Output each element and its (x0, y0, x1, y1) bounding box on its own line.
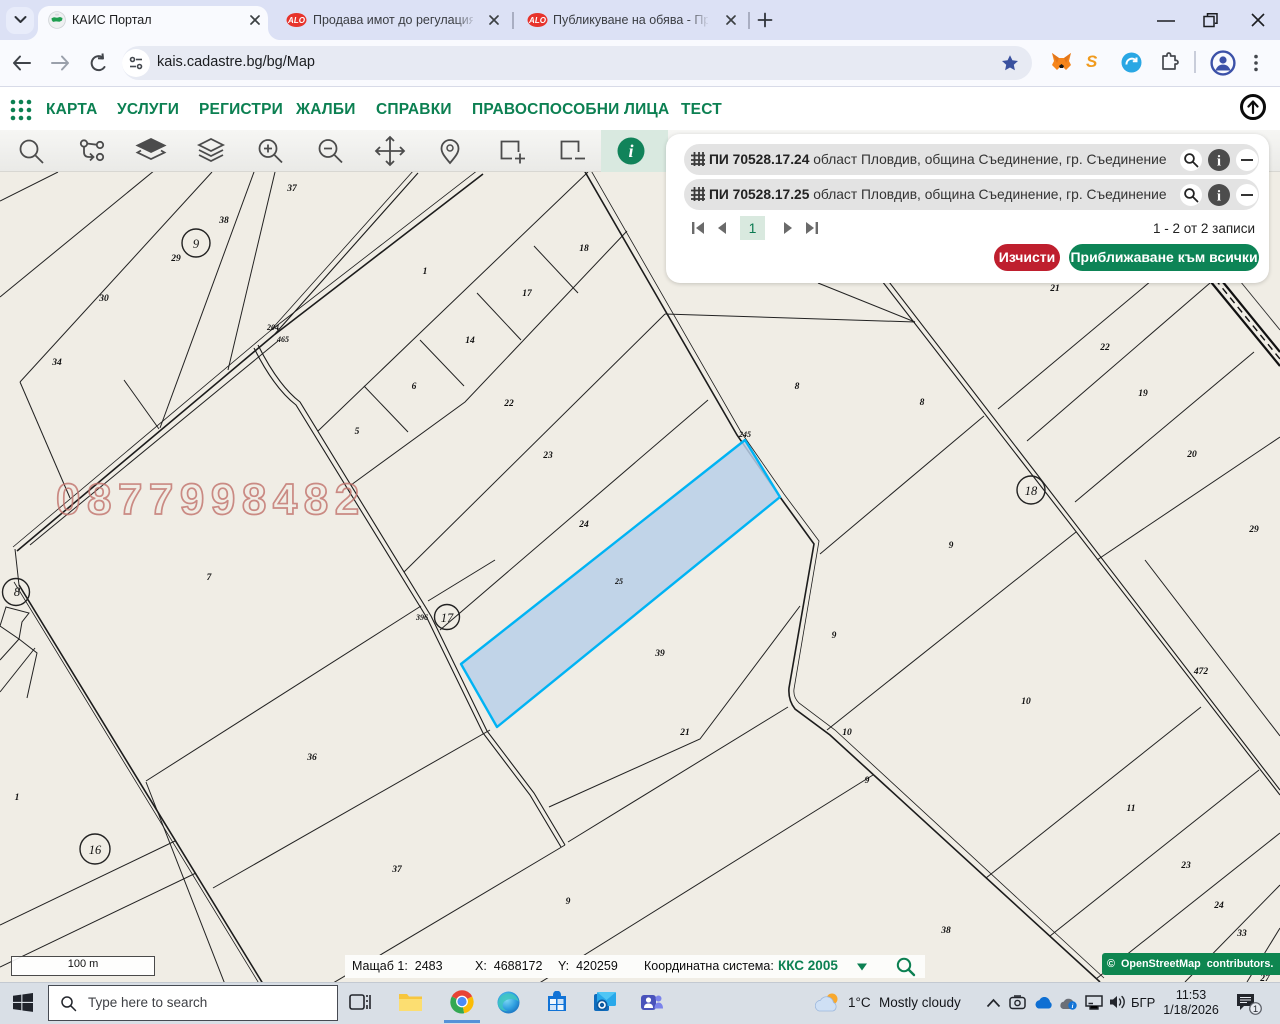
svg-text:0877998482: 0877998482 (56, 475, 366, 524)
svg-text:23: 23 (1180, 861, 1191, 871)
svg-text:37: 37 (391, 865, 403, 875)
svg-text:i: i (1072, 1003, 1074, 1010)
svg-text:18: 18 (1025, 484, 1038, 498)
svg-text:20: 20 (1186, 450, 1197, 460)
svg-text:i: i (628, 141, 633, 161)
svg-text:36: 36 (306, 753, 317, 763)
svg-text:6: 6 (412, 382, 417, 392)
svg-text:33: 33 (1236, 929, 1247, 939)
svg-text:17: 17 (441, 611, 454, 625)
svg-text:1: 1 (1253, 1004, 1258, 1015)
svg-text:17: 17 (522, 289, 533, 299)
svg-text:465: 465 (276, 335, 289, 344)
svg-text:8: 8 (795, 382, 800, 392)
svg-text:5: 5 (355, 427, 360, 437)
svg-text:30: 30 (98, 294, 109, 304)
svg-text:38: 38 (218, 216, 229, 226)
svg-text:25: 25 (614, 577, 623, 586)
svg-text:21: 21 (679, 728, 690, 738)
svg-text:396: 396 (415, 613, 428, 622)
svg-text:39: 39 (654, 649, 665, 659)
svg-text:18: 18 (579, 244, 589, 254)
svg-text:ALO: ALO (528, 16, 547, 25)
svg-text:23: 23 (542, 451, 553, 461)
svg-text:22: 22 (1099, 343, 1110, 353)
svg-text:1: 1 (15, 793, 20, 803)
svg-text:29: 29 (170, 254, 181, 264)
svg-text:37: 37 (286, 184, 298, 194)
svg-text:22: 22 (503, 399, 514, 409)
svg-text:204: 204 (266, 323, 279, 332)
svg-text:i: i (1217, 154, 1221, 170)
svg-text:21: 21 (1049, 284, 1060, 294)
svg-text:ALO: ALO (287, 16, 306, 25)
svg-text:i: i (1217, 189, 1221, 205)
svg-text:1: 1 (423, 267, 428, 277)
svg-text:29: 29 (1248, 525, 1259, 535)
svg-text:38: 38 (940, 926, 951, 936)
svg-text:245: 245 (738, 430, 751, 439)
svg-text:472: 472 (1193, 667, 1209, 677)
svg-text:8: 8 (14, 585, 21, 599)
svg-text:9: 9 (566, 897, 571, 907)
svg-text:24: 24 (578, 520, 589, 530)
svg-text:9: 9 (193, 237, 200, 251)
svg-text:19: 19 (1138, 389, 1148, 399)
svg-text:9: 9 (865, 776, 870, 786)
svg-text:16: 16 (89, 843, 102, 857)
svg-text:9: 9 (949, 541, 954, 551)
svg-text:9: 9 (832, 631, 837, 641)
svg-text:10: 10 (1021, 697, 1031, 707)
svg-text:24: 24 (1213, 901, 1224, 911)
svg-text:11: 11 (1127, 804, 1136, 814)
svg-text:10: 10 (842, 728, 852, 738)
svg-text:27: 27 (1259, 974, 1271, 982)
svg-text:14: 14 (465, 336, 475, 346)
svg-text:8: 8 (920, 398, 925, 408)
svg-text:34: 34 (51, 358, 62, 368)
